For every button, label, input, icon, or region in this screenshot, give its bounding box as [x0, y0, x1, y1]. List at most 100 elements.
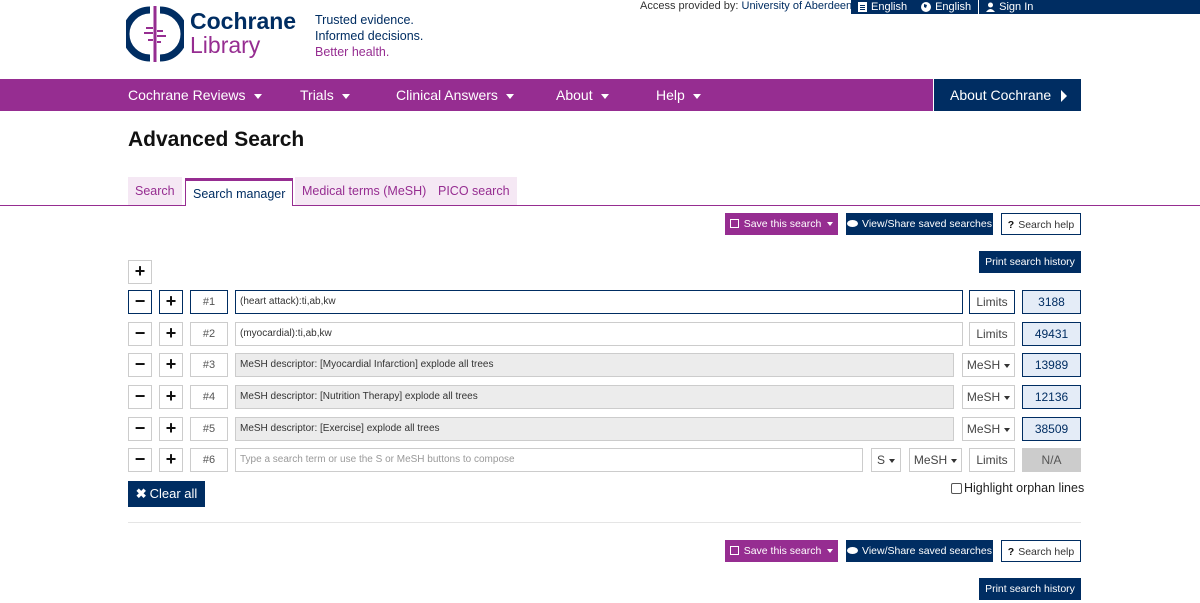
- user-icon: [986, 2, 996, 12]
- mesh-dropdown[interactable]: MeSH: [962, 417, 1015, 441]
- save-label: Save this search: [743, 218, 822, 230]
- result-count[interactable]: 49431: [1022, 322, 1081, 346]
- mesh-dropdown[interactable]: MeSH: [962, 353, 1015, 377]
- nav-label: Clinical Answers: [396, 87, 498, 103]
- remove-line-button[interactable]: −: [128, 448, 152, 472]
- highlight-orphan-checkbox[interactable]: [951, 482, 962, 494]
- about-cochrane-label: About Cochrane: [950, 87, 1052, 103]
- nav-cochrane-reviews[interactable]: Cochrane Reviews: [128, 79, 262, 111]
- sign-in-label: Sign In: [999, 1, 1034, 13]
- content-language-link[interactable]: English: [851, 1, 914, 13]
- highlight-orphan-lines[interactable]: Highlight orphan lines: [951, 481, 1084, 495]
- document-icon: [858, 2, 867, 12]
- add-line-button[interactable]: +: [128, 260, 152, 284]
- remove-line-button[interactable]: −: [128, 385, 152, 409]
- s-dropdown[interactable]: S: [871, 448, 901, 472]
- nav-label: Cochrane Reviews: [128, 87, 246, 103]
- sign-in-link[interactable]: Sign In: [979, 1, 1040, 13]
- line-number[interactable]: #1: [190, 290, 228, 314]
- caret-down-icon: [341, 93, 350, 99]
- search-line-input[interactable]: MeSH descriptor: [Myocardial Infarction]…: [235, 353, 954, 377]
- globe-icon: [921, 2, 932, 12]
- tab-divider: [0, 205, 1200, 206]
- result-count[interactable]: 13989: [1022, 353, 1081, 377]
- s-label: S: [876, 453, 885, 467]
- caret-down-icon: [1004, 427, 1011, 432]
- nav-about[interactable]: About: [556, 79, 609, 111]
- tab-search[interactable]: Search: [128, 177, 182, 205]
- nav-help[interactable]: Help: [656, 79, 701, 111]
- save-search-button[interactable]: Save this search: [725, 213, 838, 235]
- search-line-input[interactable]: MeSH descriptor: [Nutrition Therapy] exp…: [235, 385, 954, 409]
- caret-down-icon: [1004, 363, 1011, 368]
- search-line-input[interactable]: (heart attack):ti,ab,kw: [235, 290, 963, 314]
- insert-line-button[interactable]: +: [159, 290, 183, 314]
- caret-down-icon: [1004, 395, 1011, 400]
- result-count[interactable]: 3188: [1022, 290, 1081, 314]
- insert-line-button[interactable]: +: [159, 353, 183, 377]
- search-help-button[interactable]: ? Search help: [1001, 213, 1081, 235]
- nav-label: Trials: [300, 87, 334, 103]
- caret-down-icon: [253, 93, 262, 99]
- caret-down-icon: [692, 93, 701, 99]
- limits-button[interactable]: Limits: [969, 322, 1015, 346]
- limits-button[interactable]: Limits: [969, 448, 1015, 472]
- clear-all-button[interactable]: ✖ Clear all: [128, 481, 205, 507]
- search-line-input[interactable]: MeSH descriptor: [Exercise] explode all …: [235, 417, 954, 441]
- print-search-history-button-bottom[interactable]: Print search history: [979, 578, 1081, 600]
- tagline-line: Informed decisions.: [315, 29, 424, 43]
- limits-button[interactable]: Limits: [969, 290, 1015, 314]
- tab-pico-search[interactable]: PICO search: [431, 177, 517, 205]
- insert-line-button[interactable]: +: [159, 417, 183, 441]
- save-icon: [729, 219, 739, 228]
- remove-line-button[interactable]: −: [128, 322, 152, 346]
- result-count[interactable]: 38509: [1022, 417, 1081, 441]
- caret-down-icon: [827, 549, 834, 554]
- tab-search-manager[interactable]: Search manager: [185, 178, 294, 206]
- line-number[interactable]: #4: [190, 385, 228, 409]
- mesh-dropdown[interactable]: MeSH: [909, 448, 962, 472]
- about-cochrane-button[interactable]: About Cochrane: [934, 79, 1081, 111]
- view-share-saved-searches-button-bottom[interactable]: View/Share saved searches: [846, 540, 993, 562]
- mesh-label: MeSH: [966, 422, 1001, 436]
- line-number[interactable]: #2: [190, 322, 228, 346]
- access-prefix: Access provided by:: [640, 0, 739, 12]
- question-icon: ?: [1007, 219, 1015, 231]
- mesh-label: MeSH: [913, 453, 948, 467]
- tab-medical-terms[interactable]: Medical terms (MeSH): [295, 177, 434, 205]
- tagline-line: Better health.: [315, 45, 390, 59]
- insert-line-button[interactable]: +: [159, 385, 183, 409]
- line-number[interactable]: #3: [190, 353, 228, 377]
- search-line-input[interactable]: (myocardial):ti,ab,kw: [235, 322, 963, 346]
- site-language-link[interactable]: English: [914, 1, 978, 13]
- remove-line-button[interactable]: −: [128, 353, 152, 377]
- nav-label: About: [556, 87, 593, 103]
- language-label: English: [871, 1, 908, 13]
- remove-line-button[interactable]: −: [128, 417, 152, 441]
- nav-clinical-answers[interactable]: Clinical Answers: [396, 79, 514, 111]
- insert-line-button[interactable]: +: [159, 322, 183, 346]
- view-share-label: View/Share saved searches: [862, 545, 992, 557]
- caret-right-icon: [1061, 90, 1068, 103]
- clear-all-label: Clear all: [149, 486, 198, 501]
- line-number[interactable]: #6: [190, 448, 228, 472]
- remove-line-button[interactable]: −: [128, 290, 152, 314]
- insert-line-button[interactable]: +: [159, 448, 183, 472]
- close-icon: ✖: [135, 486, 147, 501]
- main-nav: Cochrane Reviews Trials Clinical Answers…: [0, 79, 933, 111]
- caret-down-icon: [951, 458, 958, 463]
- save-icon: [729, 546, 739, 555]
- view-share-saved-searches-button[interactable]: View/Share saved searches: [846, 213, 993, 235]
- language-label: English: [935, 1, 972, 13]
- search-help-button-bottom[interactable]: ? Search help: [1001, 540, 1081, 562]
- save-search-button-bottom[interactable]: Save this search: [725, 540, 838, 562]
- access-institution: University of Aberdeen: [741, 0, 853, 12]
- result-count: N/A: [1022, 448, 1081, 472]
- help-label: Search help: [1018, 546, 1075, 558]
- line-number[interactable]: #5: [190, 417, 228, 441]
- search-line-input[interactable]: Type a search term or use the S or MeSH …: [235, 448, 863, 472]
- print-search-history-button[interactable]: Print search history: [979, 251, 1081, 273]
- result-count[interactable]: 12136: [1022, 385, 1081, 409]
- nav-trials[interactable]: Trials: [300, 79, 350, 111]
- mesh-dropdown[interactable]: MeSH: [962, 385, 1015, 409]
